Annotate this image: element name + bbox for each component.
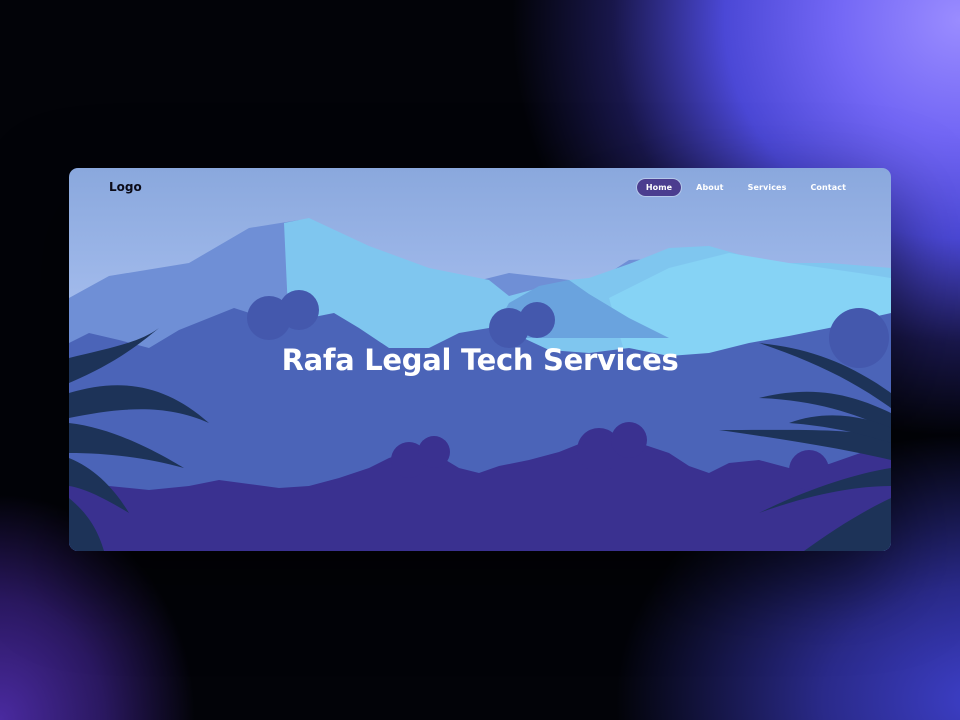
logo[interactable]: Logo bbox=[109, 180, 142, 194]
nav-menu: Home About Services Contact bbox=[636, 179, 855, 196]
nav-about-link[interactable]: About bbox=[687, 179, 732, 196]
nav-services-link[interactable]: Services bbox=[739, 179, 796, 196]
nav-home-link[interactable]: Home bbox=[636, 179, 682, 196]
nav-contact-link[interactable]: Contact bbox=[801, 179, 855, 196]
website-preview-card: Logo Home About Services Contact Rafa Le… bbox=[69, 168, 891, 551]
top-navigation: Logo Home About Services Contact bbox=[69, 168, 891, 208]
hero-title: Rafa Legal Tech Services bbox=[281, 343, 679, 377]
